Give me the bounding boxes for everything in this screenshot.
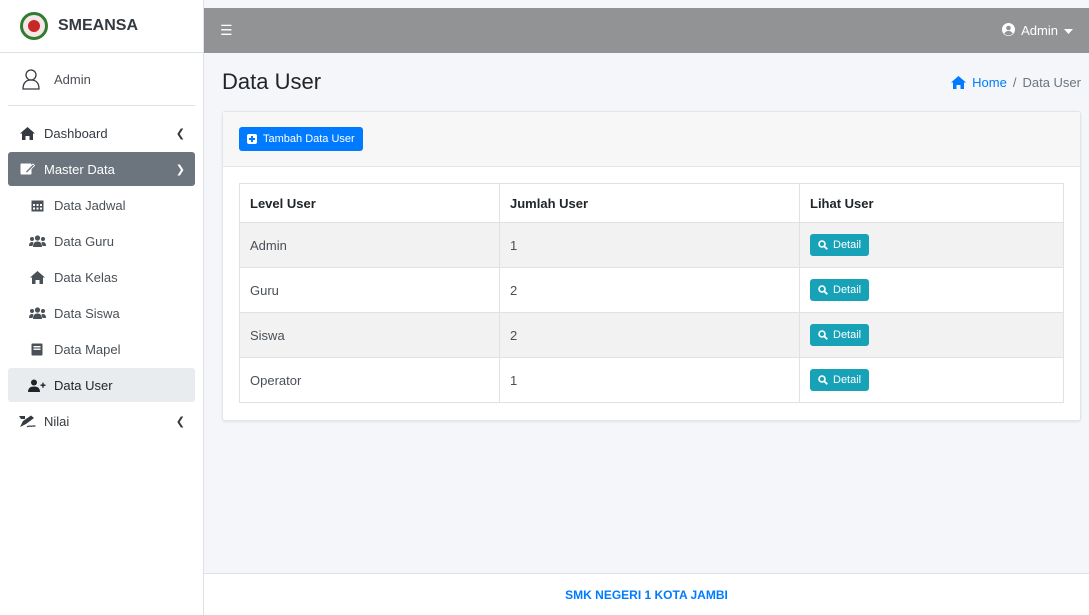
- user-panel[interactable]: Admin: [8, 53, 195, 106]
- sidebar: SMEANSA Admin Dashboard ❮ Master Data ❯ …: [0, 0, 204, 615]
- table-row: Operator 1 Detail: [239, 357, 1064, 403]
- footer-text: SMK NEGERI 1 KOTA JAMBI: [565, 587, 728, 602]
- book-icon: [28, 343, 46, 356]
- cell-count: 2: [499, 267, 800, 313]
- users-icon: [28, 235, 46, 247]
- calendar-icon: [28, 199, 46, 212]
- user-level-table: Level User Jumlah User Lihat User Admin …: [239, 183, 1064, 403]
- page-title: Data User: [222, 69, 322, 94]
- table-header-row: Level User Jumlah User Lihat User: [239, 183, 1064, 223]
- column-header-count: Jumlah User: [499, 183, 800, 223]
- sidebar-item-label: Dashboard: [44, 125, 108, 141]
- detail-button-label: Detail: [833, 284, 862, 296]
- sidebar-item-dashboard[interactable]: Dashboard ❮: [8, 116, 195, 150]
- detail-button-label: Detail: [833, 374, 862, 386]
- user-panel-name: Admin: [54, 71, 91, 87]
- detail-button[interactable]: Detail: [810, 369, 870, 391]
- sidebar-item-label: Data User: [54, 377, 113, 393]
- breadcrumb-home-link[interactable]: Home: [951, 75, 1007, 90]
- sidebar-item-data-siswa[interactable]: Data Siswa: [8, 296, 195, 330]
- cell-level: Guru: [239, 267, 500, 313]
- cell-action: Detail: [799, 267, 1064, 313]
- column-header-action: Lihat User: [799, 183, 1064, 223]
- card-header: Tambah Data User: [223, 112, 1080, 167]
- table-row: Siswa 2 Detail: [239, 312, 1064, 358]
- search-icon: [818, 330, 828, 340]
- cell-action: Detail: [799, 222, 1064, 268]
- cell-count: 2: [499, 312, 800, 358]
- sidebar-item-data-guru[interactable]: Data Guru: [8, 224, 195, 258]
- chevron-down-icon: ❯: [175, 163, 185, 176]
- chevron-left-icon: ❮: [175, 415, 185, 428]
- school-logo: [20, 12, 48, 40]
- sidebar-item-nilai[interactable]: Nilai ❮: [8, 404, 195, 438]
- detail-button[interactable]: Detail: [810, 234, 870, 256]
- sidebar-item-data-mapel[interactable]: Data Mapel: [8, 332, 195, 366]
- sidebar-item-data-user[interactable]: Data User: [8, 368, 195, 402]
- topbar: ☰ Admin: [204, 8, 1089, 53]
- sidebar-item-data-kelas[interactable]: Data Kelas: [8, 260, 195, 294]
- menu-toggle-icon[interactable]: ☰: [220, 22, 233, 39]
- sidebar-item-label: Data Kelas: [54, 269, 118, 285]
- sidebar-item-label: Master Data: [44, 161, 115, 177]
- add-user-button[interactable]: Tambah Data User: [239, 127, 363, 151]
- search-icon: [818, 375, 828, 385]
- breadcrumb-home-label: Home: [972, 74, 1007, 90]
- sidebar-item-master-data[interactable]: Master Data ❯: [8, 152, 195, 186]
- user-outline-icon: [20, 66, 42, 92]
- content-header: Data User Home / Data User: [222, 62, 1081, 102]
- topbar-user-label: Admin: [1021, 23, 1058, 38]
- sidebar-item-data-jadwal[interactable]: Data Jadwal: [8, 188, 195, 222]
- caret-down-icon: [1064, 23, 1073, 38]
- brand-name: SMEANSA: [58, 17, 139, 34]
- detail-button[interactable]: Detail: [810, 279, 870, 301]
- home-icon: [18, 126, 36, 140]
- signature-icon: [18, 415, 36, 428]
- sidebar-item-label: Data Guru: [54, 233, 114, 249]
- cell-action: Detail: [799, 312, 1064, 358]
- sidebar-item-label: Nilai: [44, 413, 70, 429]
- brand-link[interactable]: SMEANSA: [0, 0, 203, 53]
- cell-level: Siswa: [239, 312, 500, 358]
- users-icon: [28, 307, 46, 319]
- add-user-button-label: Tambah Data User: [263, 133, 355, 145]
- user-plus-icon: [28, 379, 46, 392]
- column-header-level: Level User: [239, 183, 500, 223]
- table-row: Admin 1 Detail: [239, 222, 1064, 268]
- footer: SMK NEGERI 1 KOTA JAMBI: [204, 573, 1089, 615]
- sidebar-nav: Dashboard ❮ Master Data ❯ Data Jadwal Da…: [0, 106, 203, 438]
- home-icon: [951, 75, 967, 89]
- cell-action: Detail: [799, 357, 1064, 403]
- cell-level: Operator: [239, 357, 500, 403]
- breadcrumb: Home / Data User: [951, 75, 1081, 90]
- home-icon: [28, 270, 46, 284]
- cell-level: Admin: [239, 222, 500, 268]
- edit-icon: [18, 162, 36, 176]
- user-dropdown[interactable]: Admin: [1002, 22, 1073, 39]
- sidebar-item-label: Data Siswa: [54, 305, 120, 321]
- search-icon: [818, 240, 828, 250]
- sidebar-item-label: Data Jadwal: [54, 197, 126, 213]
- detail-button-label: Detail: [833, 329, 862, 341]
- search-icon: [818, 285, 828, 295]
- chevron-left-icon: ❮: [175, 127, 185, 140]
- user-circle-icon: [1002, 22, 1016, 39]
- cell-count: 1: [499, 357, 800, 403]
- breadcrumb-current: Data User: [1022, 74, 1081, 90]
- detail-button-label: Detail: [833, 239, 862, 251]
- table-row: Guru 2 Detail: [239, 267, 1064, 313]
- breadcrumb-separator: /: [1012, 74, 1017, 90]
- user-data-card: Tambah Data User Level User Jumlah User …: [222, 111, 1081, 421]
- cell-count: 1: [499, 222, 800, 268]
- detail-button[interactable]: Detail: [810, 324, 870, 346]
- plus-square-icon: [247, 134, 257, 144]
- sidebar-item-label: Data Mapel: [54, 341, 121, 357]
